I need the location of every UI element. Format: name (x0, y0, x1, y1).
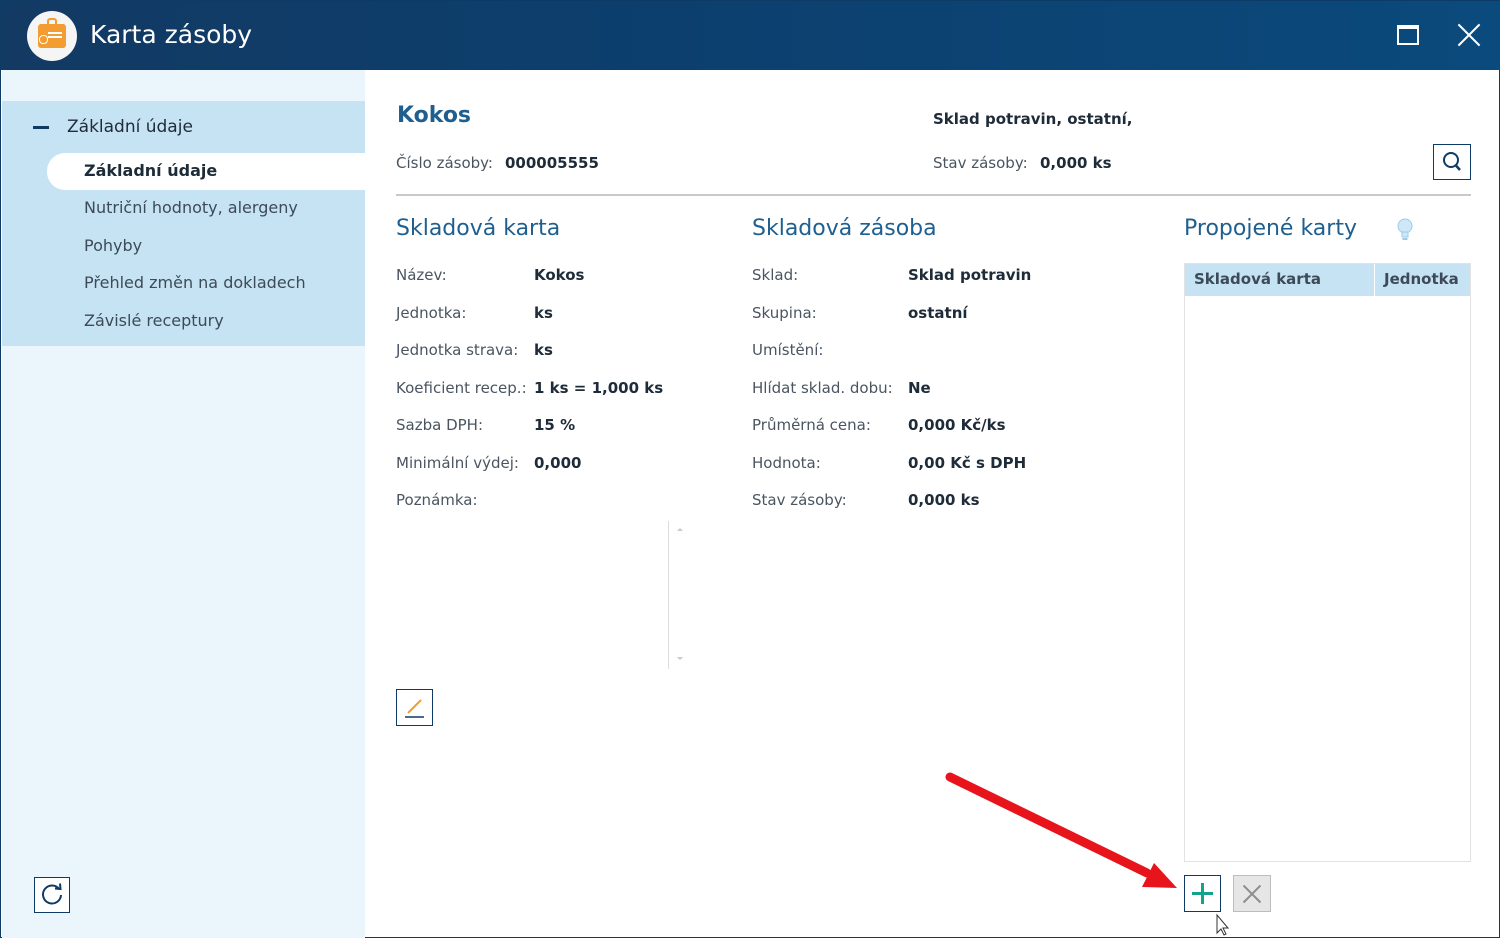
number-label: Číslo zásoby: (396, 154, 493, 172)
delete-button[interactable] (1233, 875, 1271, 912)
edit-icon (405, 699, 424, 718)
field-value: 0,000 ks (908, 491, 980, 509)
app-bag-icon (27, 11, 77, 61)
field-label: Jednotka strava: (396, 341, 519, 359)
window: Karta zásoby Základní údaje Základní úda… (0, 0, 1500, 938)
field-label: Umístění: (752, 341, 824, 359)
sidebar-item-prehled-zmen[interactable]: Přehled změn na dokladech (2, 265, 365, 302)
section-title-stock: Skladová zásoba (752, 216, 937, 241)
nav-group: Základní údaje Základní údaje Nutriční h… (2, 101, 365, 346)
field-label: Sazba DPH: (396, 416, 483, 434)
field-label: Hodnota: (752, 454, 821, 472)
scroll-down-icon[interactable] (677, 657, 683, 660)
stock-label: Stav zásoby: (933, 154, 1028, 172)
sidebar-item-label: Pohyby (84, 236, 143, 255)
field-label: Stav zásoby: (752, 491, 847, 509)
field-value: 0,000 (534, 454, 582, 472)
field-value: Sklad potravin (908, 266, 1032, 284)
product-name: Kokos (397, 103, 472, 128)
search-icon (1443, 152, 1461, 171)
column-header-unit[interactable]: Jednotka (1384, 270, 1459, 288)
sidebar-item-label: Základní údaje (84, 161, 218, 180)
search-button[interactable] (1433, 144, 1471, 180)
refresh-icon (42, 883, 62, 905)
field-value: ks (534, 304, 553, 322)
field-label: Průměrná cena: (752, 416, 871, 434)
field-label: Hlídat sklad. dobu: (752, 379, 893, 397)
edit-button[interactable] (396, 689, 433, 726)
field-label: Minimální výdej: (396, 454, 519, 472)
add-button[interactable] (1184, 875, 1221, 912)
sidebar-item-pohyby[interactable]: Pohyby (2, 228, 365, 265)
field-label: Skupina: (752, 304, 817, 322)
header-divider (396, 194, 1471, 196)
field-label: Koeficient recep.: (396, 379, 527, 397)
field-value: 1 ks = 1,000 ks (534, 379, 664, 397)
nav-group-label: Základní údaje (67, 117, 193, 137)
nav-group-header[interactable]: Základní údaje (2, 101, 365, 153)
sidebar: Základní údaje Základní údaje Nutriční h… (2, 70, 365, 938)
field-value: 0,000 Kč/ks (908, 416, 1006, 434)
field-value: 0,00 Kč s DPH (908, 454, 1027, 472)
field-value: Ne (908, 379, 931, 397)
field-value: ostatní (908, 304, 968, 322)
field-label: Jednotka: (396, 304, 467, 322)
section-title-card: Skladová karta (396, 216, 561, 241)
collapse-minus-icon[interactable] (33, 126, 49, 129)
note-scrollbar[interactable] (668, 521, 669, 669)
column-header-card[interactable]: Skladová karta (1194, 270, 1321, 288)
sidebar-item-label: Nutriční hodnoty, alergeny (84, 198, 298, 217)
sidebar-item-zavisle-receptury[interactable]: Závislé receptury (2, 303, 365, 340)
refresh-button[interactable] (34, 877, 70, 913)
window-title: Karta zásoby (90, 20, 253, 49)
column-divider (1374, 264, 1375, 296)
field-value: ks (534, 341, 553, 359)
stock-value: 0,000 ks (1040, 154, 1112, 172)
title-bar: Karta zásoby (1, 1, 1500, 70)
grid-header: Skladová karta Jednotka (1185, 264, 1470, 296)
sidebar-item-label: Přehled změn na dokladech (84, 273, 306, 292)
field-label: Název: (396, 266, 447, 284)
field-value: Kokos (534, 266, 585, 284)
linked-cards-grid[interactable]: Skladová karta Jednotka (1184, 263, 1471, 862)
location-summary: Sklad potravin, ostatní, (933, 110, 1133, 128)
field-value: 15 % (534, 416, 576, 434)
maximize-icon[interactable] (1397, 25, 1419, 45)
sidebar-item-label: Závislé receptury (84, 311, 224, 330)
field-label: Sklad: (752, 266, 799, 284)
sidebar-item-zakladni-udaje[interactable]: Základní údaje (47, 153, 365, 190)
lightbulb-icon[interactable] (1395, 217, 1415, 243)
section-title-linked: Propojené karty (1184, 216, 1357, 241)
number-value: 000005555 (505, 154, 599, 172)
field-label: Poznámka: (396, 491, 478, 509)
close-icon[interactable] (1454, 20, 1484, 50)
sidebar-item-nutricni-hodnoty[interactable]: Nutriční hodnoty, alergeny (2, 190, 365, 227)
scroll-up-icon[interactable] (677, 528, 683, 531)
